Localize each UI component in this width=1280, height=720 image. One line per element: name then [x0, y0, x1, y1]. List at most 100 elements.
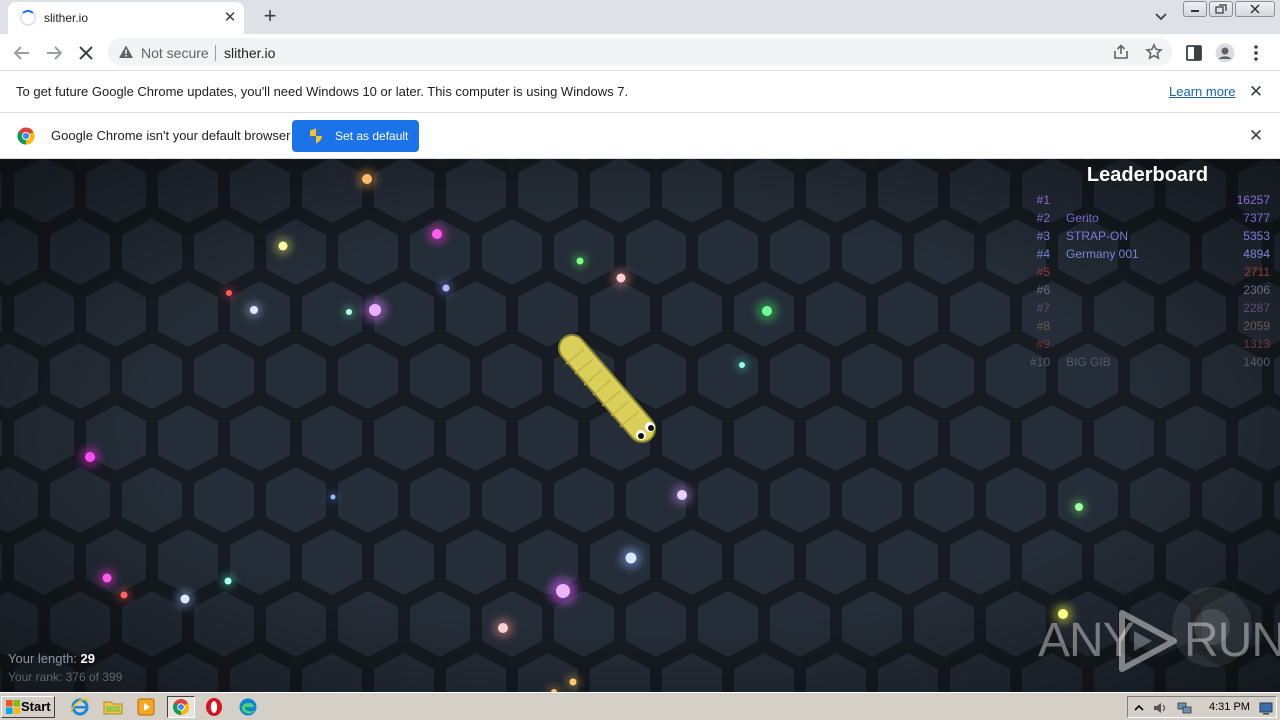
- leaderboard-rank: #6: [1036, 283, 1050, 297]
- chrome-taskbar-button[interactable]: [167, 696, 195, 718]
- slither-game-canvas[interactable]: Leaderboard #1 16257 #2 Gerito 7377 #3 S…: [0, 159, 1280, 692]
- windows-taskbar: Start 4:31 PM: [0, 692, 1280, 720]
- leaderboard-name: BIG GIB: [1066, 355, 1111, 369]
- length-value: 29: [80, 651, 96, 666]
- kebab-menu-icon[interactable]: [1246, 43, 1266, 63]
- leaderboard-rank: #4: [1036, 247, 1050, 261]
- media-player-icon[interactable]: [134, 696, 158, 718]
- stop-loading-icon[interactable]: [74, 41, 98, 65]
- browser-tab[interactable]: slither.io ✕: [8, 2, 244, 34]
- restore-button[interactable]: [1209, 1, 1233, 17]
- set-as-default-button[interactable]: Set as default: [292, 120, 419, 152]
- leaderboard-name: Gerito: [1066, 211, 1099, 225]
- food-pellet: [117, 588, 131, 602]
- leaderboard-row: #4 Germany 001 4894: [1025, 247, 1270, 265]
- close-window-button[interactable]: [1235, 1, 1275, 17]
- leaderboard-rank: #10: [1029, 355, 1050, 369]
- leaderboard-rank: #7: [1036, 301, 1050, 315]
- leaderboard-rank: #5: [1036, 265, 1050, 279]
- minimize-button[interactable]: [1183, 1, 1207, 17]
- leaderboard-score: 2287: [1243, 301, 1270, 315]
- food-pellet: [672, 485, 692, 505]
- food-pellet: [98, 569, 116, 587]
- bookmark-star-icon[interactable]: [1145, 43, 1163, 61]
- default-browser-infobar: Google Chrome isn't your default browser…: [0, 113, 1280, 159]
- player-stats: Your length: 29 Your rank: 376 of 399: [8, 651, 122, 684]
- leaderboard-score: 5353: [1243, 229, 1270, 243]
- food-pellet: [1071, 499, 1087, 515]
- food-pellet: [756, 300, 778, 322]
- leaderboard-rank: #3: [1036, 229, 1050, 243]
- tab-search-chevron-icon[interactable]: [1152, 9, 1170, 25]
- update-message: To get future Google Chrome updates, you…: [16, 84, 629, 99]
- start-label: Start: [21, 699, 51, 714]
- food-pellet: [328, 492, 338, 502]
- url-text[interactable]: slither.io: [224, 45, 275, 61]
- chrome-logo-icon: [17, 127, 35, 145]
- food-pellet: [363, 298, 387, 322]
- back-arrow-icon[interactable]: [10, 41, 34, 65]
- leaderboard-name: Germany 001: [1066, 247, 1139, 261]
- food-pellet: [427, 224, 447, 244]
- leaderboard-row: #7 2287: [1025, 301, 1270, 319]
- update-infobar: To get future Google Chrome updates, you…: [0, 71, 1280, 113]
- volume-speaker-icon[interactable]: [1152, 700, 1168, 716]
- default-browser-message: Google Chrome isn't your default browser: [51, 128, 291, 143]
- food-pellet: [223, 287, 235, 299]
- new-tab-button[interactable]: +: [258, 5, 282, 29]
- rank-text: Your rank: 376 of 399: [8, 670, 123, 684]
- windows-flag-icon: [6, 700, 20, 714]
- system-tray: 4:31 PM: [1127, 696, 1277, 718]
- share-icon[interactable]: [1112, 43, 1130, 61]
- file-explorer-icon[interactable]: [101, 696, 125, 718]
- forward-arrow-icon[interactable]: [42, 41, 66, 65]
- food-pellet: [493, 618, 513, 638]
- default-infobar-close-button[interactable]: ✕: [1248, 127, 1264, 144]
- food-pellet: [439, 281, 453, 295]
- show-hidden-icons-chevron-icon[interactable]: [1131, 700, 1147, 716]
- leaderboard-row: #9 1313: [1025, 337, 1270, 355]
- leaderboard-rank: #2: [1036, 211, 1050, 225]
- food-pellet: [549, 577, 577, 605]
- profile-avatar-icon[interactable]: [1215, 43, 1235, 63]
- tab-title: slither.io: [44, 11, 89, 25]
- food-pellet: [221, 574, 235, 588]
- length-label: Your length:: [8, 651, 77, 666]
- food-pellet: [343, 306, 355, 318]
- taskbar-clock[interactable]: 4:31 PM: [1209, 701, 1250, 713]
- leaderboard-rank: #8: [1036, 319, 1050, 333]
- loading-spinner-icon: [20, 10, 36, 26]
- update-infobar-close-button[interactable]: ✕: [1248, 83, 1264, 100]
- leaderboard-score: 2711: [1244, 265, 1270, 279]
- side-panel-icon[interactable]: [1184, 43, 1204, 63]
- food-pellet: [736, 359, 748, 371]
- food-pellet: [246, 302, 262, 318]
- browser-toolbar: Not secure slither.io: [0, 34, 1280, 71]
- food-pellet: [176, 590, 194, 608]
- close-icon: [1250, 4, 1260, 14]
- address-bar[interactable]: Not secure slither.io: [108, 38, 1172, 66]
- opera-icon[interactable]: [202, 696, 226, 718]
- minimize-icon: [1191, 10, 1199, 12]
- food-pellet: [620, 547, 642, 569]
- internet-explorer-icon[interactable]: [68, 696, 92, 718]
- learn-more-link[interactable]: Learn more: [1169, 84, 1235, 99]
- length-line: Your length: 29: [8, 651, 122, 666]
- uac-shield-icon: [310, 128, 322, 144]
- edge-icon[interactable]: [236, 696, 260, 718]
- leaderboard-rank: #1: [1036, 193, 1050, 207]
- network-icon[interactable]: [1176, 700, 1192, 716]
- leaderboard-score: 4894: [1243, 247, 1270, 261]
- start-button[interactable]: Start: [1, 696, 55, 718]
- tab-close-button[interactable]: ✕: [222, 10, 238, 26]
- security-status-text[interactable]: Not secure: [141, 45, 209, 61]
- leaderboard-score: 2306: [1243, 283, 1270, 297]
- leaderboard-score: 1400: [1243, 355, 1270, 369]
- leaderboard-score: 2059: [1243, 319, 1270, 333]
- leaderboard-score: 7377: [1243, 211, 1270, 225]
- warning-triangle-icon[interactable]: [118, 44, 134, 60]
- chrome-icon: [173, 699, 189, 715]
- show-desktop-icon[interactable]: [1258, 700, 1274, 716]
- address-divider: [215, 45, 216, 61]
- restore-icon: [1215, 4, 1227, 14]
